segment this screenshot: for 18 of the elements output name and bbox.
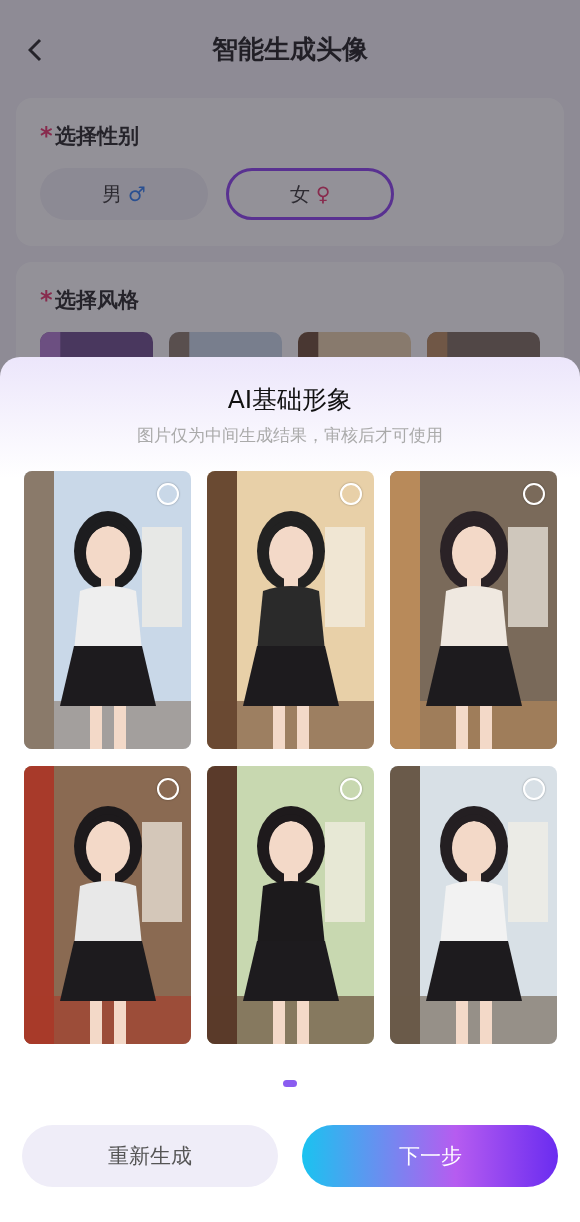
next-button[interactable]: 下一步 — [302, 1125, 558, 1187]
section-label: 选择风格 — [54, 287, 139, 314]
sheet-subtitle: 图片仅为中间生成结果，审核后才可使用 — [137, 424, 443, 447]
section-label: 选择性别 — [54, 123, 139, 150]
gender-option[interactable]: 女 ♀ — [226, 168, 394, 220]
radio-button[interactable] — [522, 483, 545, 505]
back-icon[interactable] — [28, 38, 42, 62]
required-mark: * — [40, 286, 53, 314]
radio-button[interactable] — [339, 483, 362, 505]
radio-button[interactable] — [522, 778, 545, 800]
gender-option[interactable]: 男 ♂ — [40, 168, 208, 220]
regenerate-button[interactable]: 重新生成 — [22, 1125, 278, 1187]
required-mark: * — [40, 122, 53, 150]
radio-button[interactable] — [339, 778, 362, 800]
radio-button[interactable] — [156, 483, 179, 505]
page-title: 智能生成头像 — [212, 32, 368, 66]
radio-button[interactable] — [156, 778, 179, 800]
sheet-title: AI基础形象 — [227, 384, 353, 416]
